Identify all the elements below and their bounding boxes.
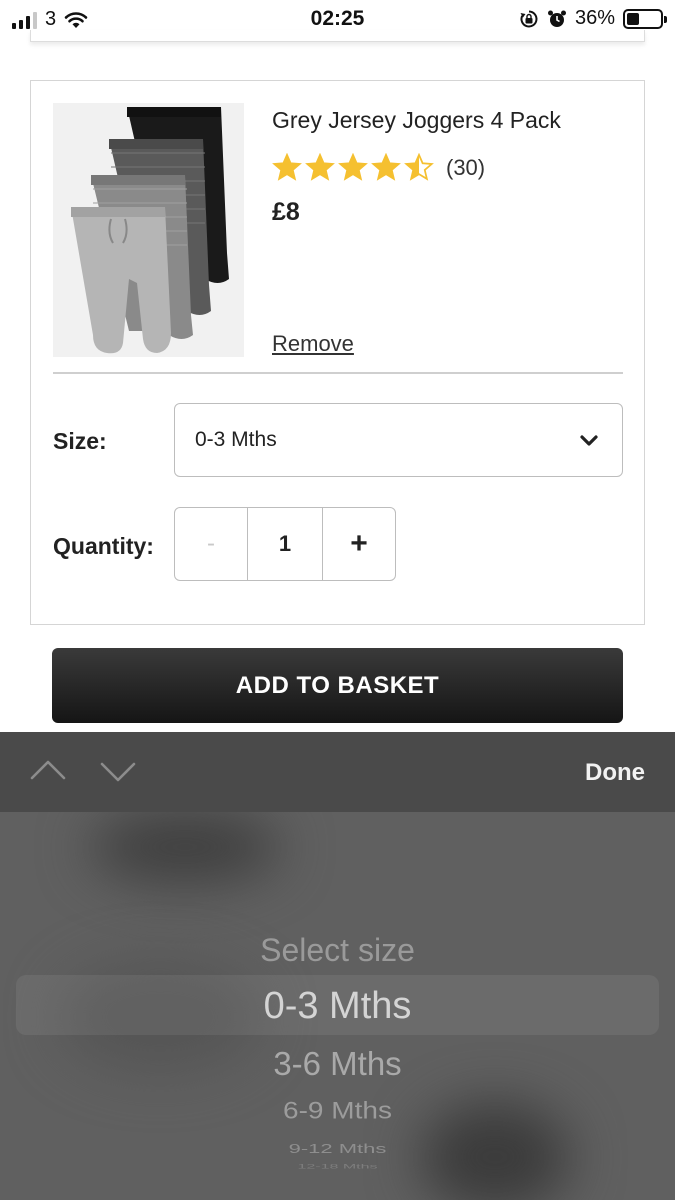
picker-option[interactable]: 3-6 Mths bbox=[0, 1045, 675, 1083]
previous-card-edge bbox=[30, 30, 645, 42]
divider bbox=[53, 372, 623, 374]
picker-option[interactable]: 12-18 Mths bbox=[0, 1163, 675, 1170]
quantity-increase-button[interactable]: + bbox=[323, 508, 395, 580]
battery-percent: 36% bbox=[574, 7, 615, 29]
chevron-down-icon bbox=[580, 435, 598, 446]
star-full-icon bbox=[272, 153, 302, 181]
product-price: £8 bbox=[272, 198, 300, 226]
product-rating: (30) bbox=[272, 153, 485, 183]
remove-link[interactable]: Remove bbox=[272, 331, 354, 357]
battery-level bbox=[627, 12, 639, 25]
star-full-icon bbox=[305, 153, 335, 181]
quantity-stepper: - 1 + bbox=[174, 507, 396, 581]
status-right: 36% bbox=[519, 7, 667, 30]
quantity-value[interactable]: 1 bbox=[248, 508, 323, 580]
size-select[interactable]: 0-3 Mths bbox=[174, 403, 623, 477]
size-select-value: 0-3 Mths bbox=[195, 428, 277, 451]
quantity-label: Quantity: bbox=[53, 533, 154, 559]
chevron-up-icon[interactable] bbox=[28, 756, 68, 786]
product-card: Grey Jersey Joggers 4 Pack (30) £8 Remov… bbox=[30, 80, 645, 625]
background-blur bbox=[90, 812, 280, 882]
star-half-icon bbox=[404, 153, 434, 181]
star-full-icon bbox=[338, 153, 368, 181]
size-label: Size: bbox=[53, 428, 107, 454]
done-button[interactable]: Done bbox=[585, 759, 645, 787]
alarm-icon bbox=[547, 10, 566, 27]
star-full-icon bbox=[371, 153, 401, 181]
rotation-lock-icon bbox=[520, 10, 538, 27]
picker-option[interactable]: Select size bbox=[0, 932, 675, 969]
size-picker-wheel[interactable]: Select size 0-3 Mths 3-6 Mths 6-9 Mths 9… bbox=[0, 812, 675, 1200]
picker-option[interactable]: 9-12 Mths bbox=[0, 1141, 675, 1157]
product-title[interactable]: Grey Jersey Joggers 4 Pack bbox=[272, 107, 561, 134]
add-to-basket-button[interactable]: ADD TO BASKET bbox=[52, 648, 623, 723]
picker-toolbar: Done bbox=[0, 732, 675, 812]
review-count[interactable]: (30) bbox=[446, 155, 485, 181]
rating-stars bbox=[272, 153, 434, 183]
chevron-down-icon[interactable] bbox=[98, 756, 138, 786]
picker-option[interactable]: 6-9 Mths bbox=[0, 1097, 675, 1124]
product-image[interactable] bbox=[53, 103, 244, 357]
quantity-decrease-button[interactable]: - bbox=[175, 508, 248, 580]
picker-option-selected[interactable]: 0-3 Mths bbox=[0, 985, 675, 1028]
battery-icon bbox=[623, 8, 667, 29]
